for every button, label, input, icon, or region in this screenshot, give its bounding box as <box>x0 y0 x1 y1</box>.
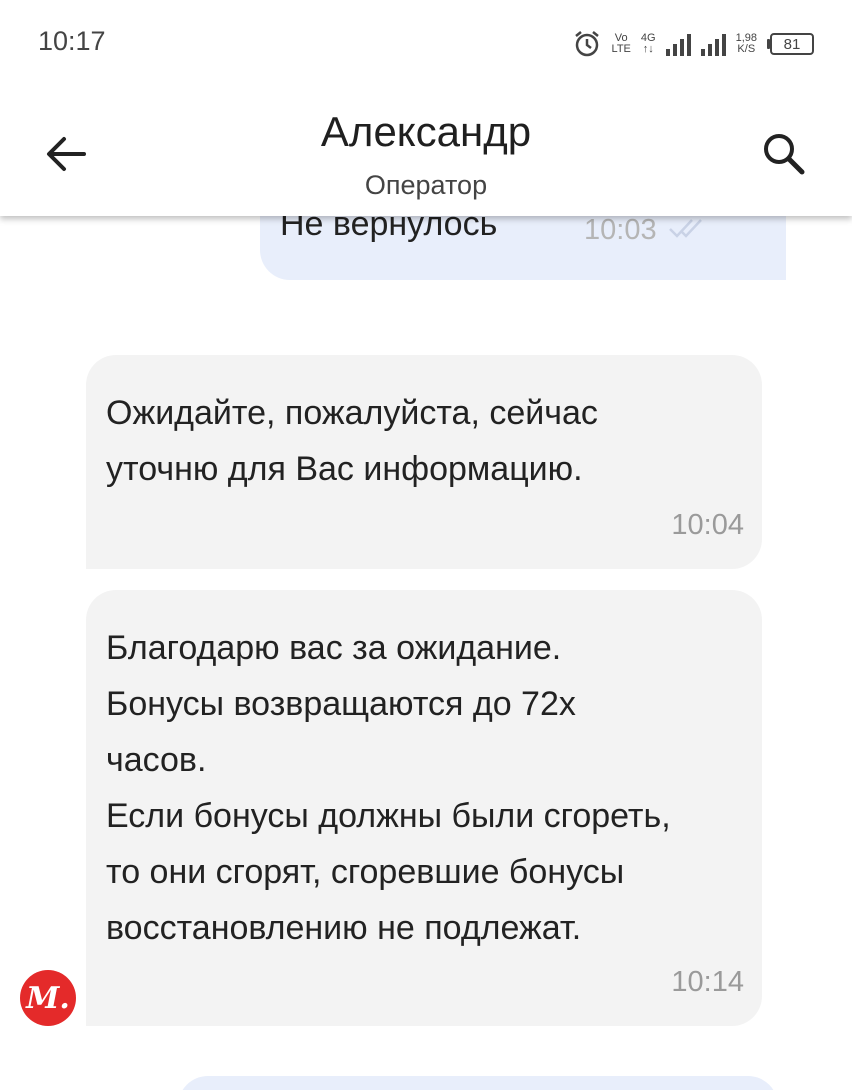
contact-name: Александр <box>320 108 532 155</box>
contact-role: Оператор <box>364 170 488 200</box>
network-speed: 1,98 K/S <box>736 33 757 55</box>
message-time: 10:04 <box>671 509 744 541</box>
double-check-icon <box>669 219 702 238</box>
alarm-icon <box>574 31 599 57</box>
status-icons: Vo LTE 4G ↑↓ 1,98 K/S 81 <box>572 22 814 66</box>
status-time: 10:17 <box>38 26 106 56</box>
status-bar: 10:17 Vo LTE 4G ↑↓ 1,98 K/S 81 <box>0 0 852 86</box>
search-icon <box>764 134 805 175</box>
incoming-message[interactable]: Ожидайте, пожалуйста, сейчас уточню для … <box>86 355 762 569</box>
chat-header: Александр Оператор <box>0 86 852 216</box>
volte-bottom: LTE <box>611 43 631 55</box>
message-text: Благодарю вас за ожидание. Бонусы возвра… <box>106 629 671 947</box>
message-text: Ожидайте, пожалуйста, сейчас уточню для … <box>106 394 598 488</box>
message-time: 10:03 <box>584 214 657 246</box>
battery-level: 81 <box>770 33 814 55</box>
outgoing-message-partial[interactable] <box>178 1076 778 1090</box>
incoming-message[interactable]: Благодарю вас за ожидание. Бонусы возвра… <box>86 590 762 1026</box>
signal-icon <box>700 32 726 56</box>
message-time: 10:14 <box>671 966 744 998</box>
avatar-logo: М. <box>26 980 70 1016</box>
operator-avatar: М. <box>20 970 76 1026</box>
search-button[interactable] <box>756 126 812 182</box>
volte-indicator: Vo LTE <box>612 33 631 55</box>
4g-arrows: ↑↓ <box>642 43 654 55</box>
battery-icon: 81 <box>767 33 814 55</box>
signal-icon <box>665 32 691 56</box>
speed-unit: K/S <box>737 43 756 55</box>
4g-indicator: 4G ↑↓ <box>641 33 656 55</box>
